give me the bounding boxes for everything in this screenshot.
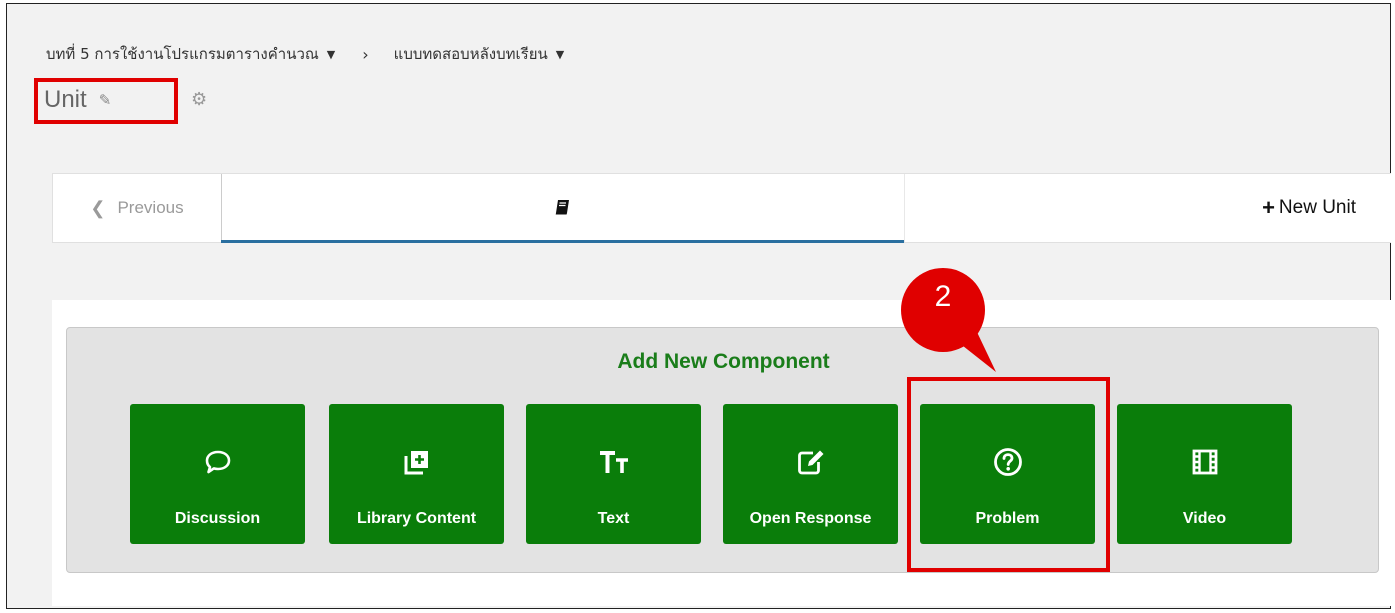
new-unit-label: New Unit <box>1278 197 1356 218</box>
annotation-callout: 2 <box>888 260 998 372</box>
edit-square-icon <box>797 450 823 475</box>
breadcrumb-subsection[interactable]: แบบทดสอบหลังบทเรียน <box>394 42 548 66</box>
speech-bubble-icon <box>205 450 230 474</box>
callout-bubble-icon <box>901 268 996 372</box>
annotation-highlight-problem <box>907 377 1110 572</box>
text-label: Text <box>597 510 630 527</box>
video-label: Video <box>1182 510 1227 527</box>
previous-unit-button[interactable]: ❮ Previous <box>53 174 222 242</box>
video-button[interactable]: Video <box>1117 404 1292 544</box>
chevron-left-icon: ❮ <box>90 197 106 218</box>
caret-down-icon[interactable]: ▼ <box>327 48 335 61</box>
breadcrumb: บทที่ 5 การใช้งานโปรแกรมตารางคำนวณ ▼ › แ… <box>46 42 564 66</box>
current-unit-tab[interactable] <box>221 174 904 243</box>
add-component-box: Add New Component Discussion Library Con… <box>66 327 1379 573</box>
text-format-icon <box>599 451 628 473</box>
library-add-icon <box>404 451 428 475</box>
previous-label: Previous <box>117 198 184 217</box>
book-icon <box>555 200 569 215</box>
gear-icon[interactable]: ⚙ <box>191 89 207 110</box>
library-content-button[interactable]: Library Content <box>329 404 504 544</box>
open-response-label: Open Response <box>749 510 872 527</box>
add-component-heading: Add New Component <box>617 350 830 373</box>
breadcrumb-separator: › <box>362 44 369 64</box>
open-response-button[interactable]: Open Response <box>723 404 898 544</box>
discussion-label: Discussion <box>174 510 261 527</box>
plus-icon: + <box>1262 195 1275 220</box>
breadcrumb-section[interactable]: บทที่ 5 การใช้งานโปรแกรมตารางคำนวณ <box>46 42 319 66</box>
text-button[interactable]: Text <box>526 404 701 544</box>
annotation-highlight-unit <box>34 78 178 124</box>
unit-navigation: ❮ Previous + New Unit <box>52 173 1391 243</box>
new-unit-button[interactable]: + New Unit <box>904 174 1392 242</box>
caret-down-icon[interactable]: ▼ <box>556 48 564 61</box>
annotation-step-number: 2 <box>934 280 952 313</box>
film-icon <box>1192 449 1217 475</box>
library-content-label: Library Content <box>356 510 477 527</box>
discussion-button[interactable]: Discussion <box>130 404 305 544</box>
